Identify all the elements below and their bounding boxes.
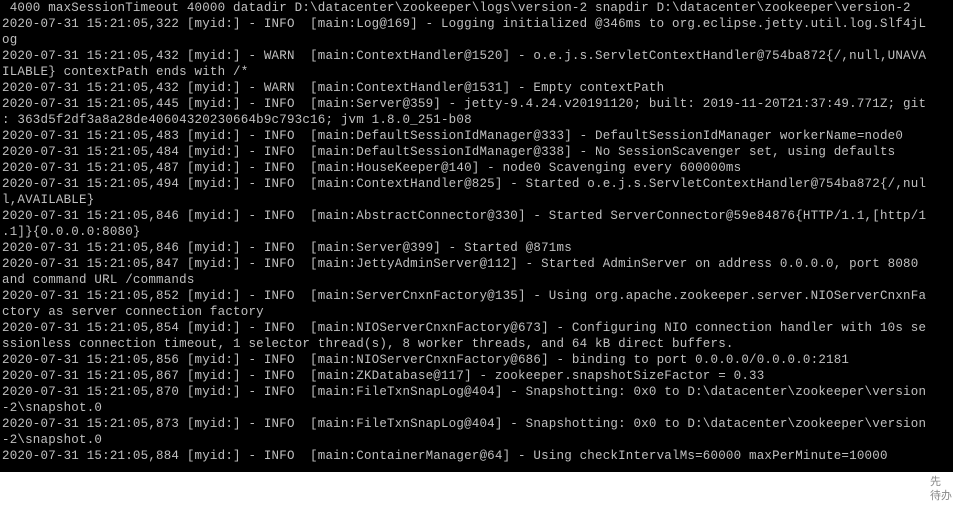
log-line: : 363d5f2df3a8a28de40604320230664b9c793c… [2,112,951,128]
log-line: -2\snapshot.0 [2,400,951,416]
log-line: 2020-07-31 15:21:05,432 [myid:] - WARN [… [2,48,951,64]
log-line: 2020-07-31 15:21:05,432 [myid:] - WARN [… [2,80,951,96]
log-line: 2020-07-31 15:21:05,870 [myid:] - INFO [… [2,384,951,400]
log-line: 2020-07-31 15:21:05,322 [myid:] - INFO [… [2,16,951,32]
log-line: 2020-07-31 15:21:05,854 [myid:] - INFO [… [2,320,951,336]
log-line: l,AVAILABLE} [2,192,951,208]
log-line: og [2,32,951,48]
log-line: 2020-07-31 15:21:05,483 [myid:] - INFO [… [2,128,951,144]
log-line: 2020-07-31 15:21:05,484 [myid:] - INFO [… [2,144,951,160]
log-line: .1]}{0.0.0.0:8080} [2,224,951,240]
log-line: and command URL /commands [2,272,951,288]
log-line: 2020-07-31 15:21:05,846 [myid:] - INFO [… [2,240,951,256]
log-line: -2\snapshot.0 [2,432,951,448]
log-line: 2020-07-31 15:21:05,873 [myid:] - INFO [… [2,416,951,432]
log-line: 2020-07-31 15:21:05,852 [myid:] - INFO [… [2,288,951,304]
log-line: 2020-07-31 15:21:05,847 [myid:] - INFO [… [2,256,951,272]
log-line: 2020-07-31 15:21:05,884 [myid:] - INFO [… [2,448,951,464]
sidebar-hint: 先 待办 [930,475,952,503]
hint-line-2: 待办 [930,489,952,503]
log-line: 2020-07-31 15:21:05,445 [myid:] - INFO [… [2,96,951,112]
log-line: 2020-07-31 15:21:05,846 [myid:] - INFO [… [2,208,951,224]
log-line: ssionless connection timeout, 1 selector… [2,336,951,352]
terminal-output[interactable]: 4000 maxSessionTimeout 40000 datadir D:\… [0,0,953,472]
log-line: ILABLE} contextPath ends with /* [2,64,951,80]
log-line: ctory as server connection factory [2,304,951,320]
log-line: 2020-07-31 15:21:05,856 [myid:] - INFO [… [2,352,951,368]
log-line: 2020-07-31 15:21:05,867 [myid:] - INFO [… [2,368,951,384]
log-line: 2020-07-31 15:21:05,487 [myid:] - INFO [… [2,160,951,176]
log-line: 2020-07-31 15:21:05,494 [myid:] - INFO [… [2,176,951,192]
hint-line-1: 先 [930,475,952,489]
log-line: 4000 maxSessionTimeout 40000 datadir D:\… [2,0,951,16]
